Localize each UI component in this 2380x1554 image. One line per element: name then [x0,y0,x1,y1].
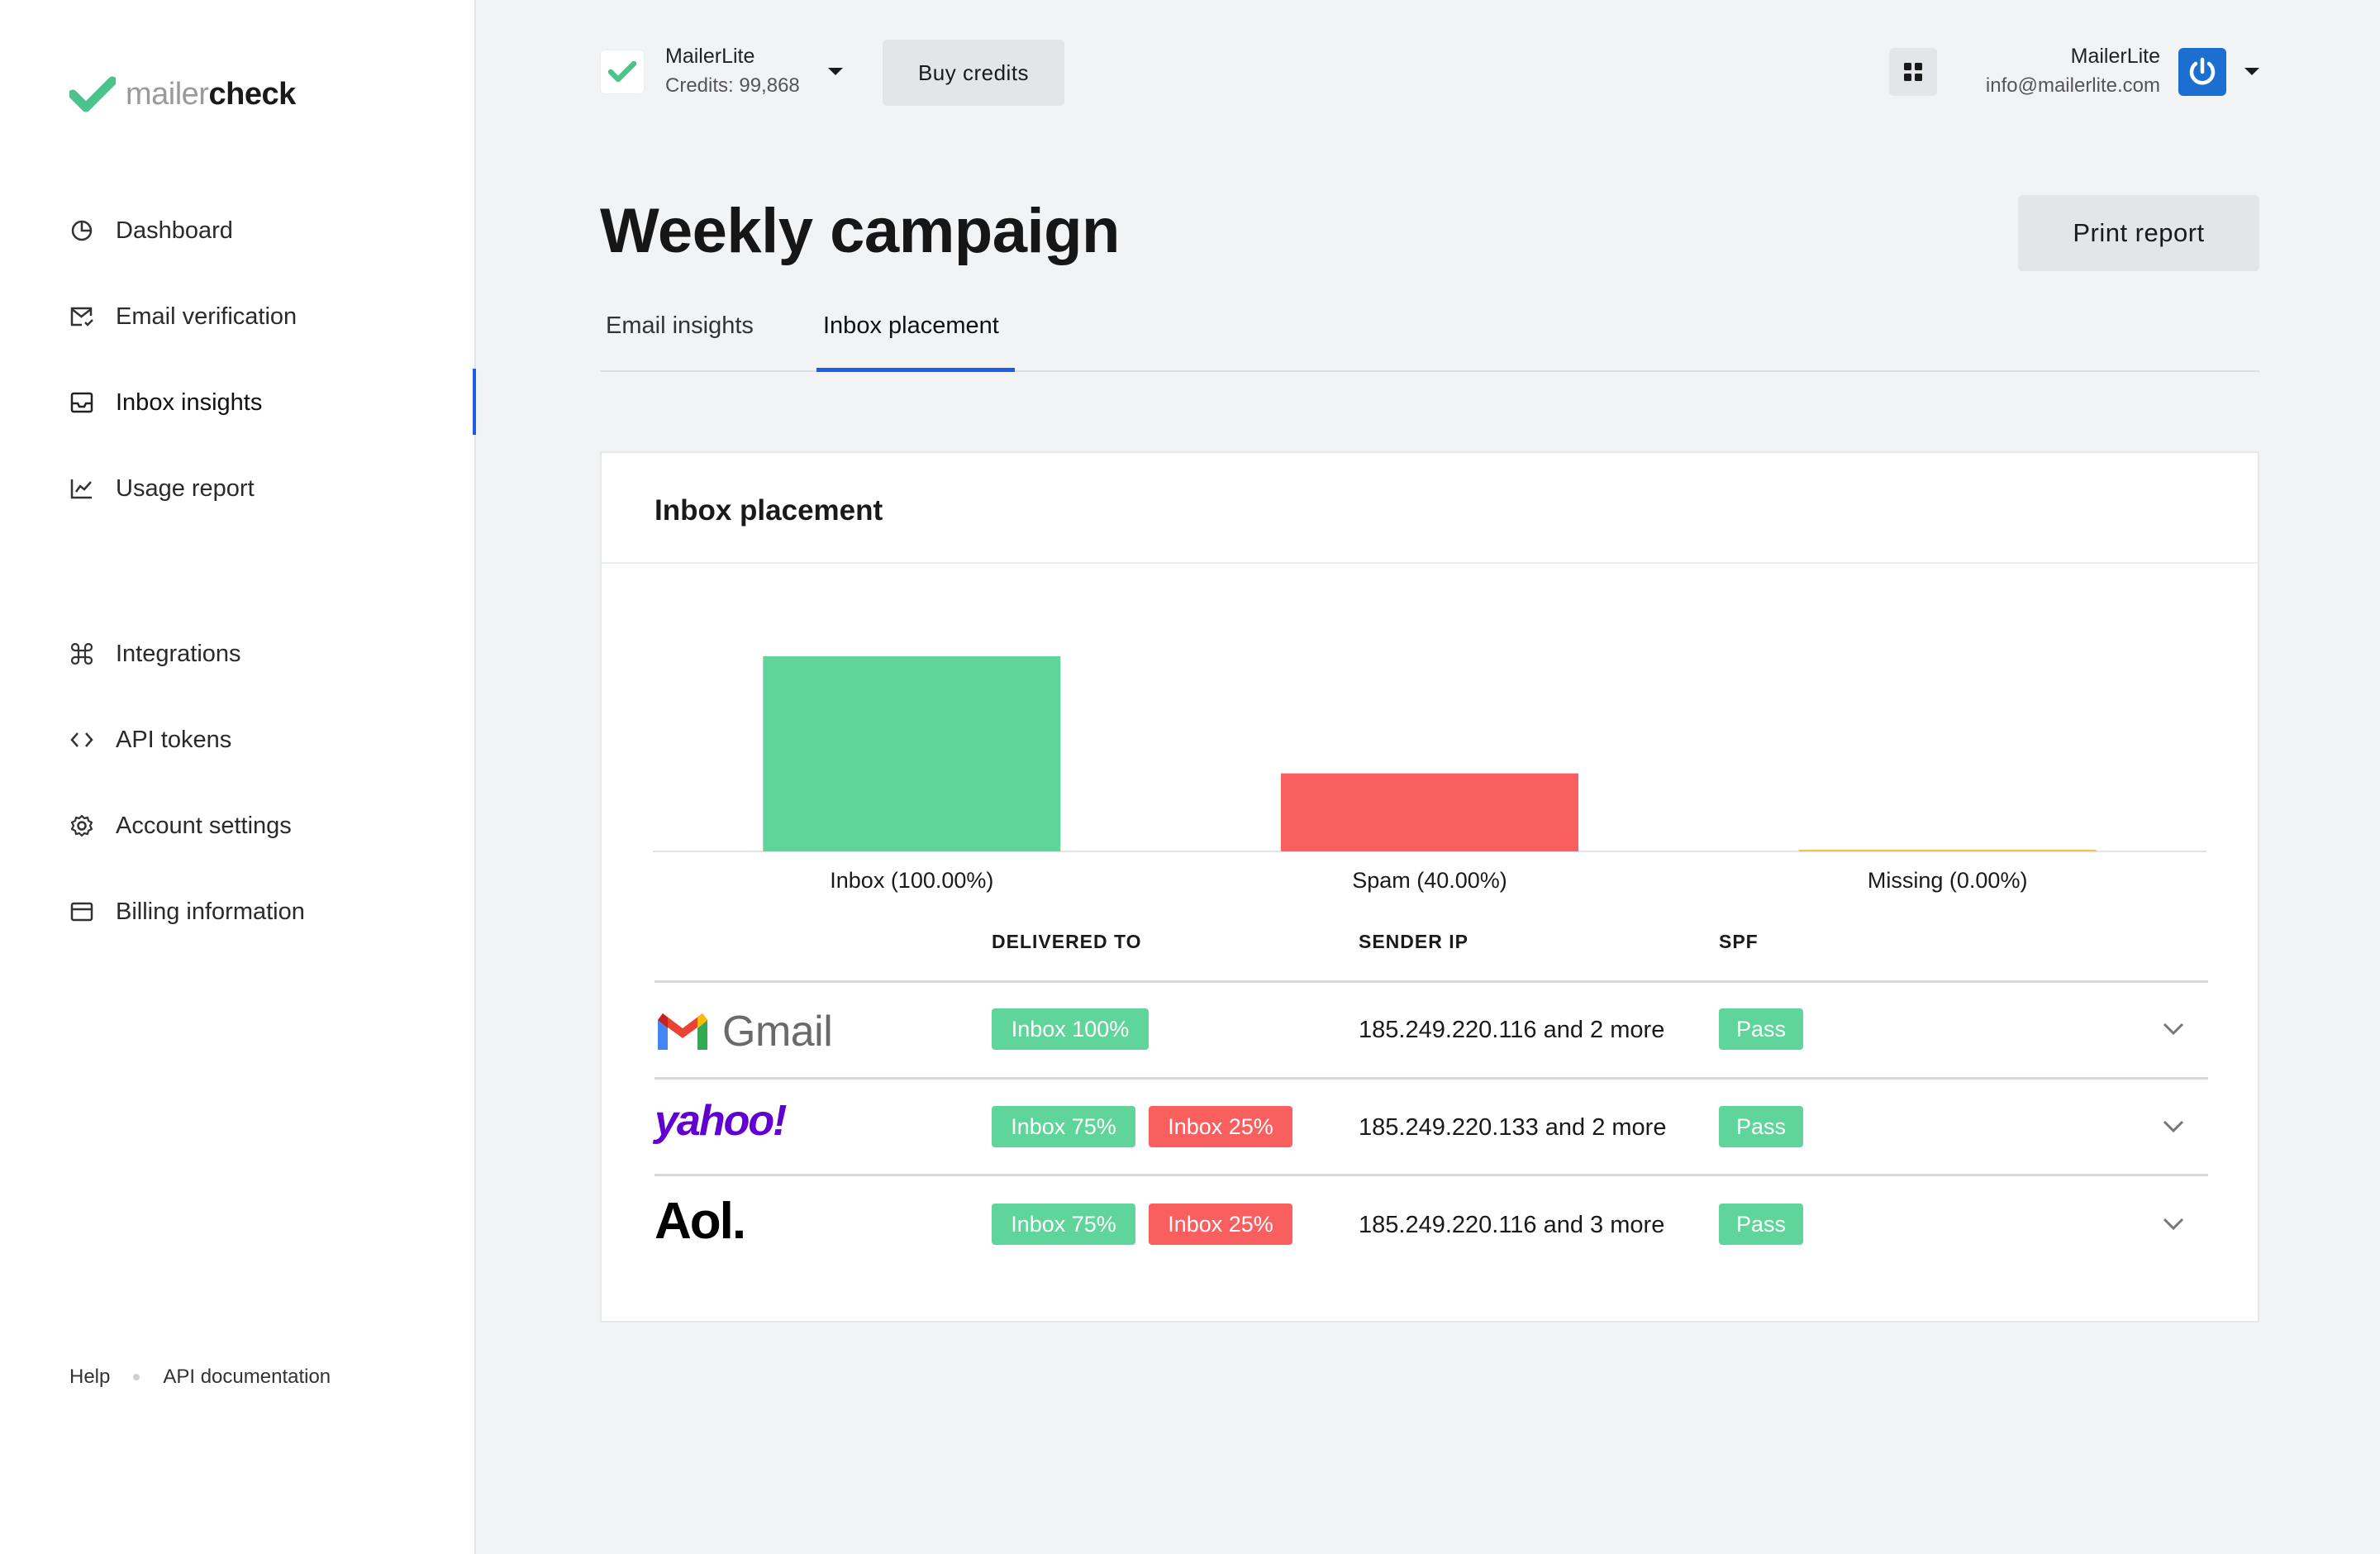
chart-category-label: Spam (40.00%) [1352,868,1507,893]
sidebar-item-label: Account settings [116,812,292,839]
gear-icon [69,813,94,838]
sidebar-item-label: Usage report [116,474,255,502]
sidebar-item-usage-report[interactable]: Usage report [69,464,466,513]
tab-active-indicator [816,368,1015,372]
chevron-down-icon[interactable] [2162,1217,2185,1232]
inbox-icon [69,390,94,415]
chevron-down-icon[interactable] [2162,1119,2185,1134]
separator-dot [133,1374,140,1380]
pie-chart-icon [69,218,94,243]
user-dropdown-caret-icon[interactable] [2243,66,2261,78]
card-divider [602,562,2258,564]
avatar[interactable] [2178,48,2226,96]
header-sender-ip: SENDER IP [1359,931,1468,952]
header-spf: SPF [1719,931,1759,952]
chevron-down-icon[interactable] [2162,1022,2185,1037]
inbox-placement-card: Inbox placement Inbox (100.00%) Spam (40.… [600,451,2259,1323]
spf-badge: Pass [1719,1106,1803,1147]
sidebar-item-api-tokens[interactable]: API tokens [69,715,466,765]
sidebar-item-dashboard[interactable]: Dashboard [69,206,466,255]
yahoo-logo: yahoo! [654,1097,787,1145]
sender-ip: 185.249.220.116 and 3 more [1359,1212,1665,1238]
table-divider [654,980,2208,983]
mail-check-icon [69,304,94,329]
spf-badge: Pass [1719,1008,1803,1050]
chart-category-label: Inbox (100.00%) [830,868,993,893]
delivered-badge-spam: Inbox 25% [1149,1106,1292,1147]
sidebar-item-email-verification[interactable]: Email verification [69,292,466,341]
power-icon [2189,57,2216,85]
sidebar-active-indicator [473,369,476,435]
gmail-wordmark: Gmail [722,1008,833,1056]
sidebar-item-label: API tokens [116,726,232,753]
checkmark-logo-icon [69,76,116,112]
sidebar-item-integrations[interactable]: Integrations [69,629,466,679]
print-report-button[interactable]: Print report [2018,195,2259,271]
aol-logo: Aol. [654,1193,746,1250]
logo-text: mailercheck [126,76,296,112]
tab-inbox-placement[interactable]: Inbox placement [823,312,999,340]
code-icon [69,727,94,752]
delivered-badge-inbox: Inbox 75% [992,1106,1135,1147]
delivered-badge-inbox: Inbox 100% [992,1008,1149,1050]
grid-icon [1904,63,1922,81]
sidebar-item-billing-information[interactable]: Billing information [69,887,466,937]
account-dropdown-caret-icon[interactable] [826,66,845,78]
sidebar-item-label: Billing information [116,898,305,925]
line-chart-icon [69,476,94,501]
sidebar-item-account-settings[interactable]: Account settings [69,801,466,851]
sidebar-footer: Help API documentation [69,1366,331,1389]
sidebar-item-label: Integrations [116,640,241,667]
chart-bar-inbox [763,656,1061,851]
page-title: Weekly campaign [600,196,1120,266]
billing-card-icon [69,899,94,924]
delivered-badge-inbox: Inbox 75% [992,1204,1135,1245]
table-divider [654,1174,2208,1176]
table-divider [654,1077,2208,1080]
user-name: MailerLite [2070,45,2160,68]
sidebar-item-label: Email verification [116,303,298,330]
card-title: Inbox placement [654,494,883,527]
sender-ip: 185.249.220.133 and 2 more [1359,1114,1667,1141]
help-link[interactable]: Help [69,1366,110,1389]
sidebar-item-label: Inbox insights [116,388,263,416]
chart-bar-spam [1281,773,1578,851]
chart-bar-missing [1798,850,2097,851]
header-delivered-to: DELIVERED TO [992,931,1142,952]
checkmark-icon [608,61,636,83]
inbox-placement-chart: Inbox (100.00%) Spam (40.00%) Missing (0.0… [653,656,2206,893]
gmail-m-icon [658,1013,707,1050]
account-name: MailerLite [665,45,755,68]
spf-badge: Pass [1719,1204,1803,1245]
user-email: info@mailerlite.com [1985,74,2160,97]
apps-grid-button[interactable] [1889,48,1937,96]
sidebar-item-label: Dashboard [116,217,233,244]
gmail-logo: Gmail [654,1007,833,1056]
command-icon [69,641,94,666]
delivered-badge-spam: Inbox 25% [1149,1204,1292,1245]
account-logo[interactable] [600,50,645,94]
sidebar-item-inbox-insights[interactable]: Inbox insights [69,378,466,427]
buy-credits-button[interactable]: Buy credits [883,40,1064,106]
credits-balance: Credits: 99,868 [665,74,800,97]
sender-ip: 185.249.220.116 and 2 more [1359,1017,1665,1043]
api-documentation-link[interactable]: API documentation [163,1366,331,1389]
mailercheck-logo[interactable]: mailercheck [69,76,296,112]
chart-category-label: Missing (0.00%) [1868,868,2028,893]
tab-email-insights[interactable]: Email insights [606,312,754,340]
sidebar: mailercheck Dashboard Email verification… [0,0,476,1554]
